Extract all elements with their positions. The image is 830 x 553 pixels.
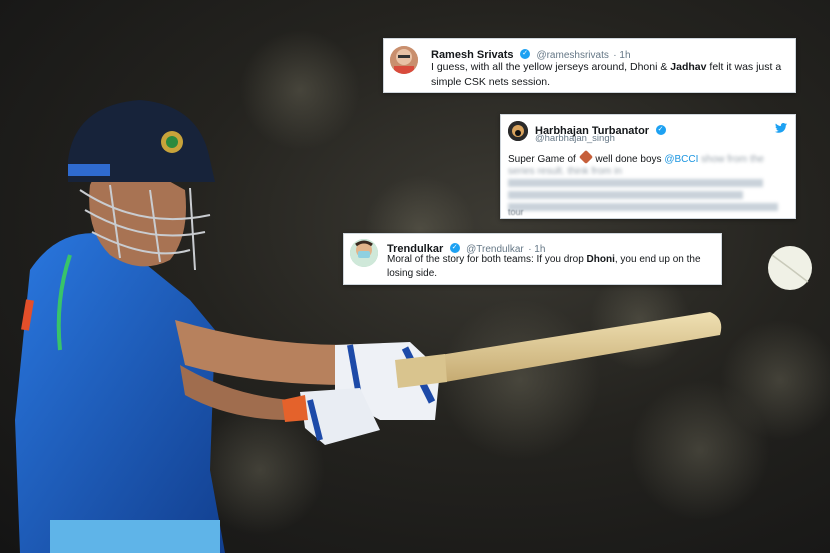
tweet-text: Super Game of well done boys @BCCI show …: [508, 149, 788, 178]
avatar[interactable]: [350, 239, 378, 267]
avatar[interactable]: [508, 121, 528, 141]
avatar-photo-icon: [390, 46, 418, 74]
tweet-text-tail: tour: [508, 207, 524, 217]
tweet-card-trendulkar: Trendulkar ✓ @Trendulkar · 1h Moral of t…: [343, 233, 722, 285]
cricket-ball: [768, 246, 812, 290]
verified-badge-icon: ✓: [655, 124, 666, 135]
mention-link[interactable]: @BCCI: [664, 154, 698, 165]
avatar[interactable]: [390, 46, 418, 74]
verified-badge-icon: ✓: [520, 48, 530, 59]
tweet-card-ramesh-srivats: Ramesh Srivats ✓ @rameshsrivats · 1h I g…: [383, 38, 796, 93]
tweet-author-handle[interactable]: @harbhajan_singh: [535, 133, 615, 144]
tweet-text: Moral of the story for both teams: If yo…: [387, 254, 701, 279]
avatar-photo-icon: [350, 239, 378, 267]
tweet-text: I guess, with all the yellow jerseys aro…: [431, 61, 782, 88]
avatar-photo-icon: [508, 121, 528, 141]
tweet-card-harbhajan: Harbhajan Turbanator ✓ @harbhajan_singh …: [500, 114, 796, 219]
cricket-bat-emoji-icon: [578, 149, 593, 165]
twitter-bird-icon[interactable]: [775, 123, 787, 133]
verified-badge-icon: ✓: [449, 242, 460, 253]
blurred-tweet-lines: [508, 177, 788, 215]
